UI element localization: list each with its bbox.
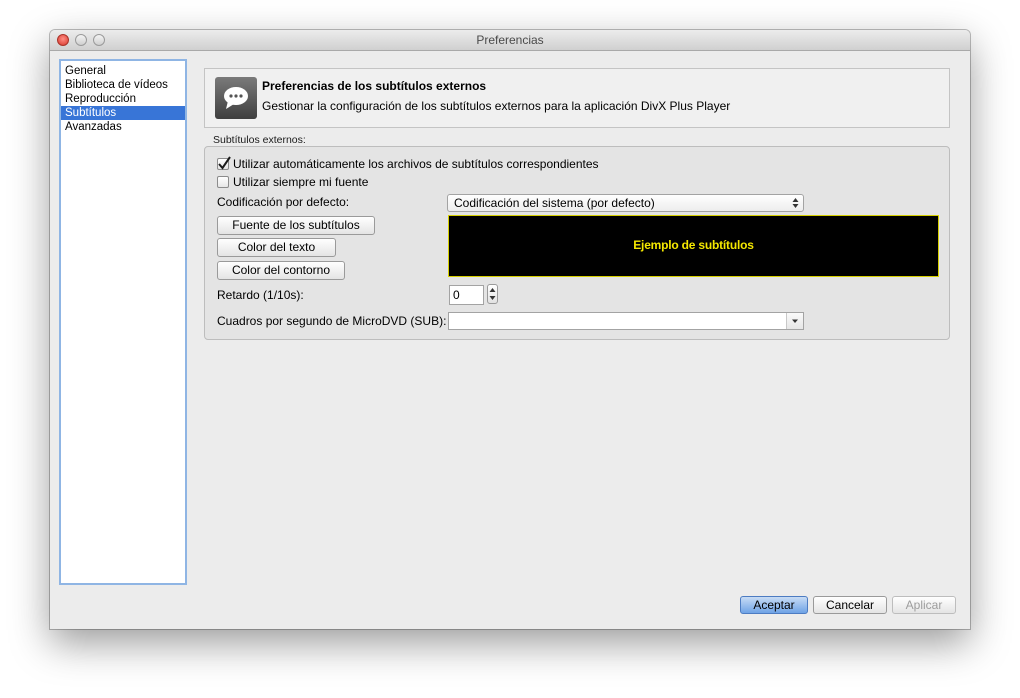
- up-down-arrows-icon: [792, 198, 799, 208]
- always-font-checkbox[interactable]: [217, 176, 229, 188]
- always-font-row[interactable]: Utilizar siempre mi fuente: [217, 175, 368, 189]
- sidebar-item-video-library[interactable]: Biblioteca de vídeos: [61, 78, 185, 92]
- ok-button[interactable]: Aceptar: [740, 596, 808, 614]
- checkmark-icon: [218, 156, 231, 170]
- fps-label: Cuadros por segundo de MicroDVD (SUB):: [217, 314, 447, 328]
- fps-combobox[interactable]: [448, 312, 804, 330]
- fps-dropdown-button[interactable]: [786, 313, 803, 329]
- sidebar-item-subtitles[interactable]: Subtítulos: [61, 106, 185, 120]
- encoding-label: Codificación por defecto:: [217, 195, 350, 209]
- encoding-select[interactable]: Codificación del sistema (por defecto): [447, 194, 804, 212]
- sidebar-item-playback[interactable]: Reproducción: [61, 92, 185, 106]
- section-header: Preferencias de los subtítulos externos …: [204, 68, 950, 128]
- title-bar[interactable]: Preferencias: [50, 30, 970, 51]
- subtitle-preview: Ejemplo de subtítulos: [448, 215, 939, 277]
- stepper-arrows-icon: [489, 288, 496, 300]
- cancel-button[interactable]: Cancelar: [813, 596, 887, 614]
- preferences-window: Preferencias General Biblioteca de vídeo…: [50, 30, 970, 629]
- group-label: Subtítulos externos:: [213, 134, 306, 146]
- auto-load-label: Utilizar automáticamente los archivos de…: [233, 157, 599, 171]
- section-description: Gestionar la configuración de los subtít…: [262, 99, 731, 113]
- outline-color-button[interactable]: Color del contorno: [217, 261, 345, 280]
- subtitle-preview-text: Ejemplo de subtítulos: [633, 238, 754, 252]
- section-title: Preferencias de los subtítulos externos: [262, 79, 487, 93]
- sidebar-item-advanced[interactable]: Avanzadas: [61, 120, 185, 134]
- window-title: Preferencias: [476, 33, 544, 47]
- delay-input[interactable]: 0: [449, 285, 484, 305]
- sidebar: General Biblioteca de vídeos Reproducció…: [59, 59, 187, 585]
- encoding-select-value: Codificación del sistema (por defecto): [454, 196, 655, 210]
- chevron-down-icon: [792, 319, 798, 323]
- auto-load-checkbox[interactable]: [217, 156, 231, 170]
- auto-load-row[interactable]: Utilizar automáticamente los archivos de…: [217, 156, 599, 171]
- apply-button[interactable]: Aplicar: [892, 596, 956, 614]
- sidebar-item-general[interactable]: General: [61, 64, 185, 78]
- delay-stepper[interactable]: [487, 284, 498, 304]
- subtitle-font-button[interactable]: Fuente de los subtítulos: [217, 216, 375, 235]
- delay-label: Retardo (1/10s):: [217, 288, 304, 302]
- always-font-label: Utilizar siempre mi fuente: [233, 175, 369, 189]
- speech-bubble-icon: [215, 77, 257, 119]
- text-color-button[interactable]: Color del texto: [217, 238, 336, 257]
